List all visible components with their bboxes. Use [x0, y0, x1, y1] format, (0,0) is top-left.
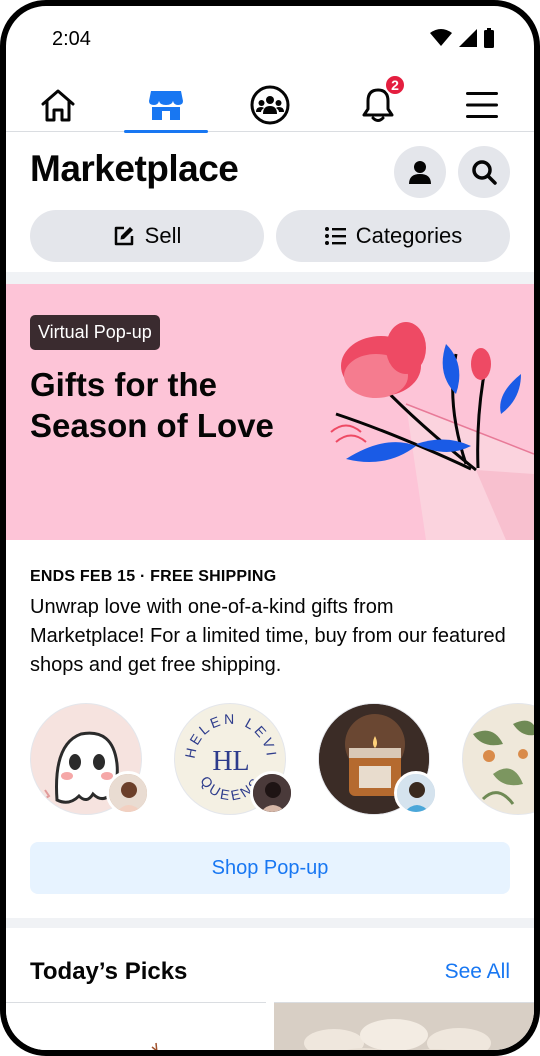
seller-avatar [250, 771, 294, 815]
shop-item[interactable] [318, 703, 438, 815]
banner-title: Gifts for the Season of Love [30, 366, 274, 444]
categories-button[interactable]: Categories [276, 210, 510, 262]
status-bar: 2:04 [6, 6, 534, 78]
status-icons [430, 28, 494, 48]
person-icon [409, 161, 431, 184]
categories-label: Categories [355, 223, 463, 248]
flower-bouquet-illustration [330, 322, 534, 540]
person-photo [397, 774, 435, 812]
tab-marketplace[interactable] [124, 78, 208, 133]
seller-avatar [394, 771, 438, 815]
todays-picks-title: Today’s Picks [30, 958, 188, 985]
popup-banner[interactable]: Virtual Pop-up Gifts for the Season of L… [6, 284, 534, 540]
notification-badge: 2 [384, 74, 406, 96]
person-photo [109, 774, 147, 812]
person-photo [253, 774, 291, 812]
product-image [6, 1003, 266, 1050]
signal-icon [459, 29, 477, 47]
home-icon [41, 89, 75, 122]
battery-icon [484, 28, 494, 48]
shop-item[interactable] [30, 703, 150, 815]
tab-bar: 2 [6, 74, 534, 133]
section-divider [6, 272, 534, 284]
search-button[interactable] [458, 146, 510, 198]
promo-description: Unwrap love with one-of-a-kind gifts fro… [30, 596, 506, 676]
promo-meta: ENDS FEB 15 · FREE SHIPPING [30, 568, 277, 585]
pick-item[interactable] [274, 1002, 534, 1050]
marketplace-header: Marketplace [6, 132, 534, 208]
section-divider [6, 918, 534, 928]
floral-pattern [463, 704, 534, 814]
profile-button[interactable] [394, 146, 446, 198]
tab-home[interactable] [16, 78, 100, 132]
list-icon [324, 227, 346, 245]
see-all-link[interactable]: See All [445, 960, 510, 984]
phone-frame: 2:04 2 Marketplace Sell Categories Virtu… [0, 0, 540, 1056]
sell-label: Sell [144, 223, 182, 248]
logo-monogram: HL [212, 746, 249, 777]
pick-item[interactable] [6, 1002, 266, 1050]
featured-shops: HELEN LEVI QUEENS HL [6, 703, 534, 815]
sell-button[interactable]: Sell [30, 210, 264, 262]
tab-menu[interactable] [440, 78, 524, 132]
groups-icon [250, 85, 290, 125]
search-icon [472, 160, 497, 185]
edit-icon [114, 226, 133, 246]
status-time: 2:04 [52, 28, 91, 50]
wifi-icon [430, 29, 452, 46]
shop-popup-button[interactable]: Shop Pop-up [30, 842, 510, 894]
tab-groups[interactable] [228, 78, 312, 132]
shop-image [462, 703, 534, 815]
shop-item[interactable]: HELEN LEVI QUEENS HL [174, 703, 294, 815]
shop-item[interactable] [462, 703, 534, 815]
seller-avatar [106, 771, 150, 815]
page-title: Marketplace [30, 148, 239, 189]
action-row: Sell Categories [30, 210, 510, 262]
banner-tag: Virtual Pop-up [30, 315, 160, 350]
tab-notifications[interactable]: 2 [336, 74, 420, 132]
marketplace-icon [149, 91, 183, 120]
product-image [274, 1003, 534, 1050]
menu-icon [466, 92, 498, 118]
